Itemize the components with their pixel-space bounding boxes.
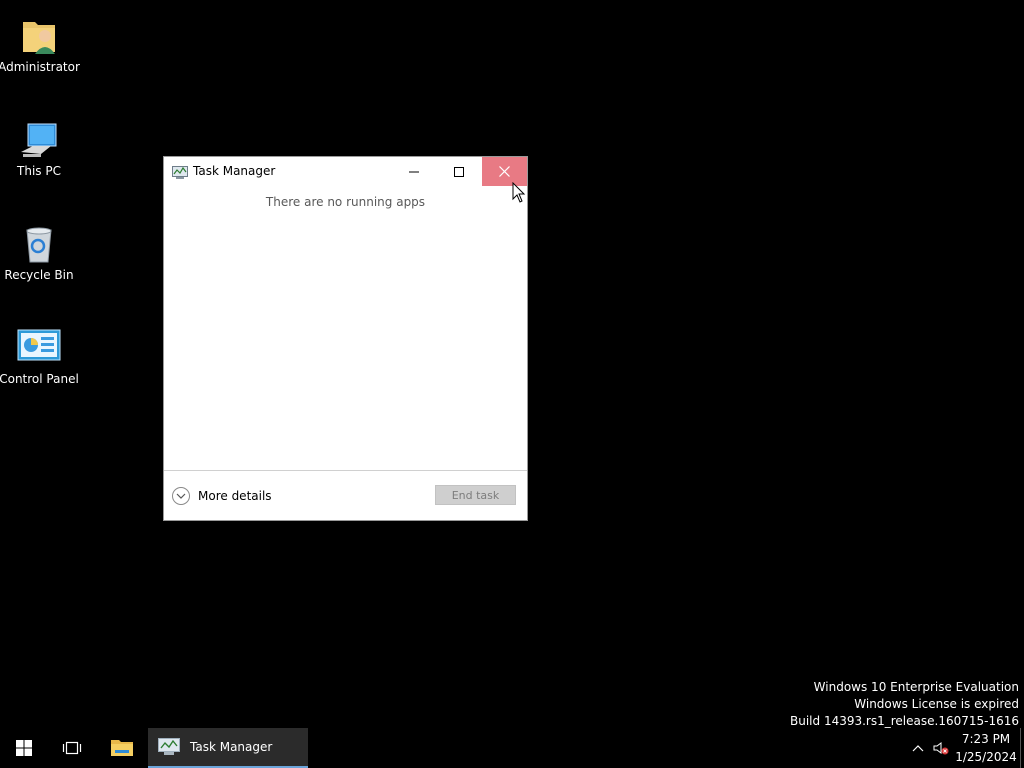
task-manager-icon — [158, 738, 180, 755]
folder-icon — [111, 740, 133, 756]
task-manager-window: Task Manager There are no running apps M… — [164, 157, 527, 520]
show-desktop-button[interactable] — [1020, 728, 1021, 768]
watermark-edition: Windows 10 Enterprise Evaluation — [813, 680, 1019, 694]
window-title: Task Manager — [193, 164, 276, 178]
user-folder-icon — [17, 14, 61, 58]
desktop-icon-recycle-bin[interactable]: Recycle Bin — [0, 212, 78, 294]
maximize-icon — [453, 166, 464, 177]
minimize-button[interactable] — [391, 157, 436, 186]
chevron-up-icon — [912, 745, 924, 752]
desktop-icon-label: Administrator — [0, 60, 80, 74]
task-manager-icon — [172, 165, 188, 179]
file-explorer-button[interactable] — [98, 728, 146, 768]
desktop-icon-control-panel[interactable]: Control Panel — [0, 316, 79, 398]
desktop-icon-label: This PC — [17, 164, 61, 178]
windows-logo-icon — [16, 740, 32, 756]
watermark-license: Windows License is expired — [854, 697, 1019, 711]
task-view-button[interactable] — [48, 728, 96, 768]
more-details-label: More details — [198, 489, 272, 503]
task-view-icon — [62, 741, 82, 755]
title-bar[interactable]: Task Manager — [164, 157, 527, 187]
windows-watermark: Windows 10 Enterprise Evaluation Windows… — [790, 679, 1019, 730]
mouse-cursor-icon — [512, 181, 526, 204]
taskbar-clock[interactable]: 7:23 PM 1/25/2024 — [952, 728, 1020, 768]
clock-date: 1/25/2024 — [955, 750, 1017, 764]
start-button[interactable] — [0, 728, 48, 768]
desktop-icon-administrator[interactable]: Administrator — [0, 4, 80, 86]
taskbar-task-label: Task Manager — [190, 740, 273, 754]
control-panel-icon — [17, 326, 61, 370]
taskbar: Task Manager 7:23 PM 1/25/2024 — [0, 728, 1024, 768]
volume-button[interactable] — [930, 728, 952, 768]
minimize-icon — [408, 171, 419, 172]
computer-icon — [17, 118, 61, 162]
maximize-button[interactable] — [436, 157, 481, 186]
end-task-button[interactable]: End task — [435, 485, 516, 505]
footer-divider — [164, 470, 527, 471]
clock-time: 7:23 PM — [961, 732, 1011, 746]
show-hidden-icons-button[interactable] — [906, 728, 930, 768]
speaker-muted-icon — [933, 742, 949, 755]
taskbar-task-manager-button[interactable]: Task Manager — [148, 728, 308, 768]
desktop-icon-label: Recycle Bin — [4, 268, 74, 282]
desktop-icon-label: Control Panel — [0, 372, 79, 386]
empty-apps-message: There are no running apps — [265, 195, 426, 209]
recycle-bin-icon — [17, 222, 61, 266]
more-details-toggle[interactable]: More details — [172, 486, 272, 506]
close-icon — [499, 166, 510, 177]
chevron-down-icon — [172, 487, 190, 505]
desktop-icon-this-pc[interactable]: This PC — [0, 108, 78, 190]
